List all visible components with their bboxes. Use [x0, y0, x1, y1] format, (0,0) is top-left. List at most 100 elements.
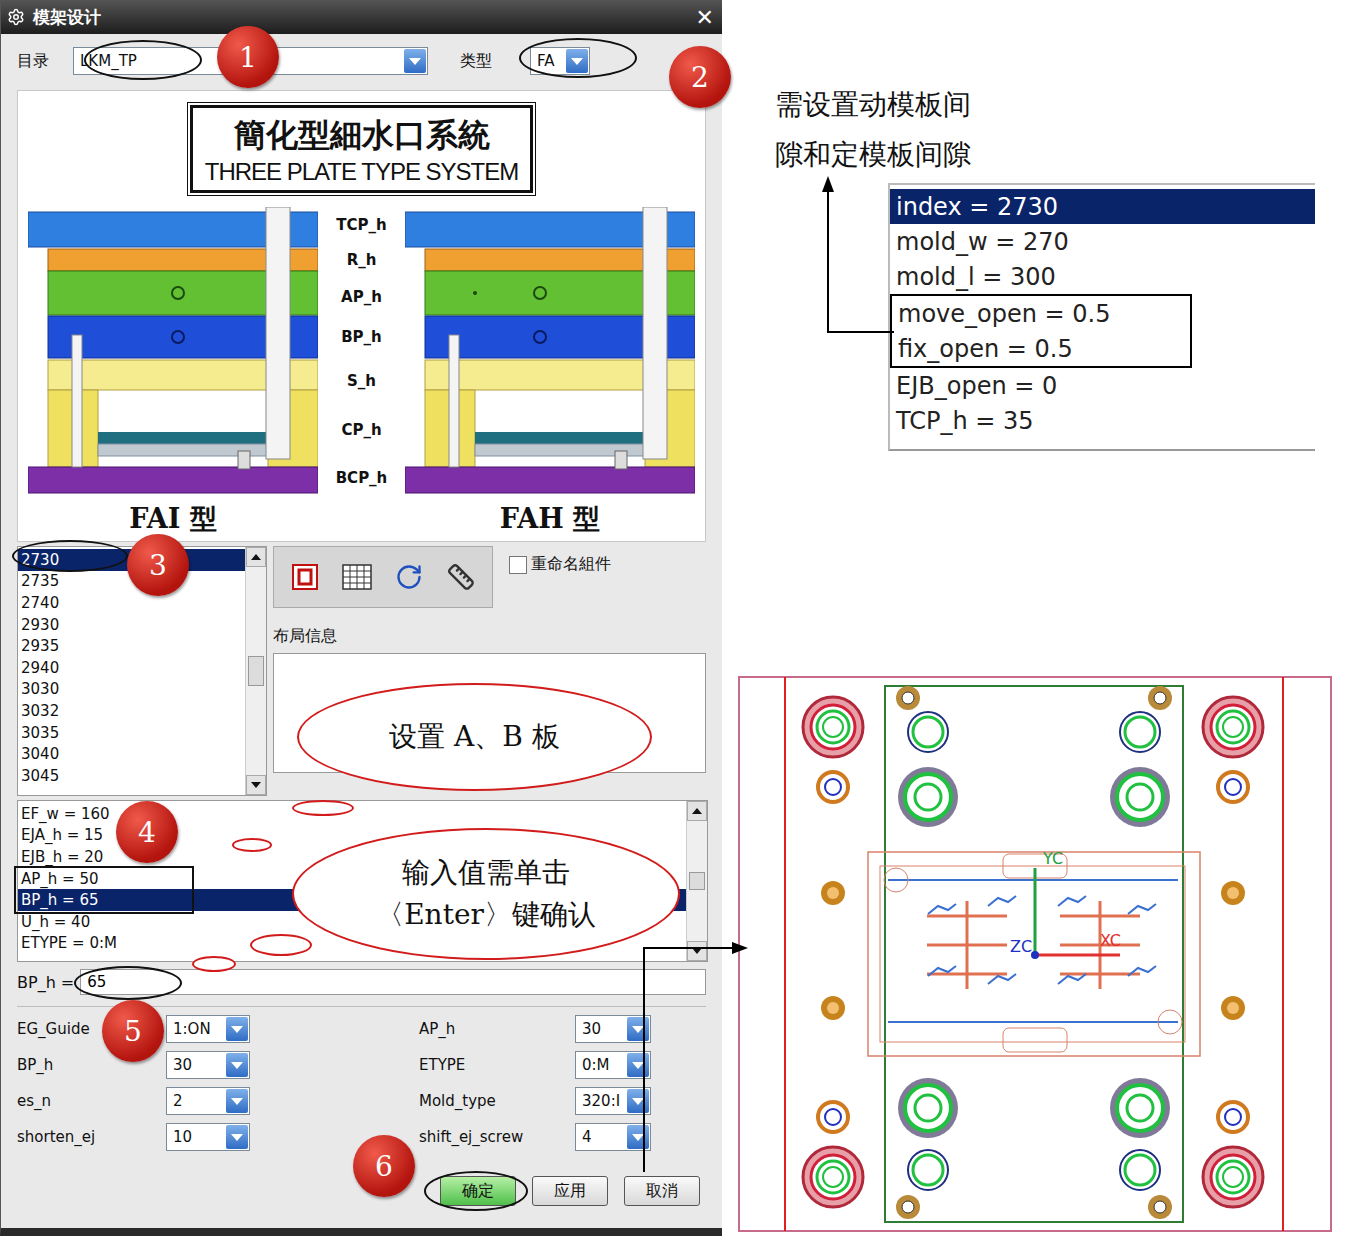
option-label: es_n — [17, 1092, 166, 1110]
size-item[interactable]: 2740 — [18, 592, 245, 614]
scroll-down-icon[interactable] — [687, 941, 707, 961]
edit-field[interactable]: 65 — [80, 969, 706, 995]
checkbox-box[interactable] — [509, 556, 527, 574]
plate-label: TCP_h — [322, 207, 402, 243]
combo-value: 0:M — [582, 1056, 627, 1074]
svg-text:YC: YC — [1042, 849, 1063, 868]
dialog-button[interactable]: 应用 — [532, 1176, 608, 1206]
dropdown-arrow-icon[interactable] — [226, 1089, 248, 1113]
highlight-ellipse — [84, 40, 202, 80]
dropdown-arrow-icon[interactable] — [226, 1017, 248, 1041]
dialog-button[interactable]: 取消 — [624, 1176, 700, 1206]
combo-value: 10 — [173, 1128, 226, 1146]
size-item[interactable]: 2930 — [18, 614, 245, 636]
cloud-bubble — [292, 800, 354, 816]
size-item[interactable]: 2940 — [18, 657, 245, 679]
dialog-button[interactable]: 确定 — [440, 1176, 516, 1206]
dropdown-arrow-icon[interactable] — [226, 1125, 248, 1149]
cloud-bubble — [192, 956, 236, 972]
combo-value: 30 — [582, 1020, 627, 1038]
option-select[interactable]: 4 — [575, 1123, 651, 1151]
plate-label: S_h — [322, 357, 402, 404]
step-badge: 5 — [102, 1000, 164, 1062]
close-button[interactable]: ✕ — [696, 5, 714, 30]
scrollbar[interactable] — [686, 801, 707, 961]
option-select[interactable]: 30 — [166, 1051, 250, 1079]
scroll-down-icon[interactable] — [246, 775, 266, 795]
catalog-label: 目录 — [17, 51, 49, 72]
scrollbar[interactable] — [245, 547, 266, 795]
mold-preview: 簡化型細水口系統THREE PLATE TYPE SYSTEMFAI 型TCP_… — [17, 90, 706, 542]
combo-value: 4 — [582, 1128, 627, 1146]
option-label: ETYPE — [419, 1056, 575, 1074]
option-label: Mold_type — [419, 1092, 575, 1110]
table-icon[interactable] — [340, 560, 374, 594]
combo-value: FA — [537, 52, 566, 70]
dropdown-arrow-icon[interactable] — [627, 1089, 649, 1113]
combo-value: 2 — [173, 1092, 226, 1110]
title-bar: 模架设计 ✕ — [1, 0, 722, 34]
combo-value: 1:ON — [173, 1020, 226, 1038]
dropdown-arrow-icon[interactable] — [627, 1053, 649, 1077]
dropdown-arrow-icon[interactable] — [404, 49, 426, 73]
svg-text:ZC: ZC — [1010, 937, 1032, 956]
zoom-row: mold_w = 270 — [890, 224, 1315, 259]
zoom-row: index = 2730 — [890, 189, 1315, 224]
plate-label: CP_h — [322, 404, 402, 455]
cloud-bubble — [250, 934, 312, 956]
option-select[interactable]: 1:ON — [166, 1015, 250, 1043]
size-item[interactable]: 3040 — [18, 743, 245, 765]
dropdown-arrow-icon[interactable] — [627, 1017, 649, 1041]
option-select[interactable]: 2 — [166, 1087, 250, 1115]
scroll-up-icon[interactable] — [687, 801, 707, 821]
plate-labels: TCP_hR_hAP_hBP_hS_hCP_hBCP_h — [322, 207, 402, 537]
dropdown-arrow-icon[interactable] — [566, 49, 588, 73]
option-select[interactable]: 320:I — [575, 1087, 651, 1115]
size-item[interactable]: 2935 — [18, 635, 245, 657]
type-select[interactable]: FA — [530, 47, 590, 75]
zoom-row: TCP_h = 35 — [890, 403, 1315, 438]
catalog-row: 目录LKM_TP类型FA — [1, 34, 722, 88]
size-item[interactable]: 3045 — [18, 765, 245, 787]
plate-label: BCP_h — [322, 455, 402, 501]
callout-cloud: 输入值需单击〈Enter〉键确认 — [292, 828, 680, 960]
option-select[interactable]: 10 — [166, 1123, 250, 1151]
step-badge: 1 — [217, 26, 279, 88]
edit-register-icon[interactable] — [288, 560, 322, 594]
size-item[interactable]: 3030 — [18, 679, 245, 701]
mold-drawing-icon — [405, 207, 695, 499]
option-select[interactable]: 0:M — [575, 1051, 651, 1079]
scroll-up-icon[interactable] — [246, 547, 266, 567]
plate-label: BP_h — [322, 316, 402, 357]
cloud-bubble — [232, 838, 272, 852]
highlight-box: move_open = 0.5fix_open = 0.5 — [890, 294, 1192, 368]
combo-value: 30 — [173, 1056, 226, 1074]
highlight-ellipse — [424, 1171, 528, 1211]
step-badge: 6 — [353, 1135, 415, 1197]
scroll-thumb[interactable] — [689, 872, 705, 890]
size-item[interactable]: 3032 — [18, 700, 245, 722]
size-item[interactable]: 3035 — [18, 722, 245, 744]
page: 模架设计 ✕ 目录LKM_TP类型FA簡化型細水口系統THREE PLATE TYP… — [0, 0, 1367, 1236]
zoom-row: EJB_open = 0 — [890, 368, 1315, 403]
step-badge: 4 — [116, 801, 178, 863]
dropdown-arrow-icon[interactable] — [226, 1053, 248, 1077]
callout-arrows — [0, 0, 1367, 1236]
option-select[interactable]: 30 — [575, 1015, 651, 1043]
mold-drawing-icon — [28, 207, 318, 499]
svg-text:XC: XC — [1100, 931, 1121, 950]
scroll-thumb[interactable] — [248, 656, 264, 686]
gear-icon — [7, 8, 25, 26]
option-label: shift_ej_screw — [419, 1128, 575, 1146]
window-title: 模架设计 — [33, 6, 688, 29]
ruler-icon[interactable] — [444, 560, 478, 594]
zoom-row: mold_l = 300 — [890, 259, 1315, 294]
highlight-ellipse — [519, 38, 637, 78]
zoom-row: fix_open = 0.5 — [892, 331, 1190, 366]
dropdown-arrow-icon[interactable] — [627, 1125, 649, 1149]
rotate-icon[interactable] — [392, 560, 426, 594]
rename-checkbox[interactable]: 重命名組件 — [509, 554, 611, 575]
option-label: shorten_ej — [17, 1128, 166, 1146]
gap-note: 需设置动模板间隙和定模板间隙 — [775, 80, 974, 180]
param-zoom-list: index = 2730mold_w = 270mold_l = 300move… — [888, 183, 1315, 451]
